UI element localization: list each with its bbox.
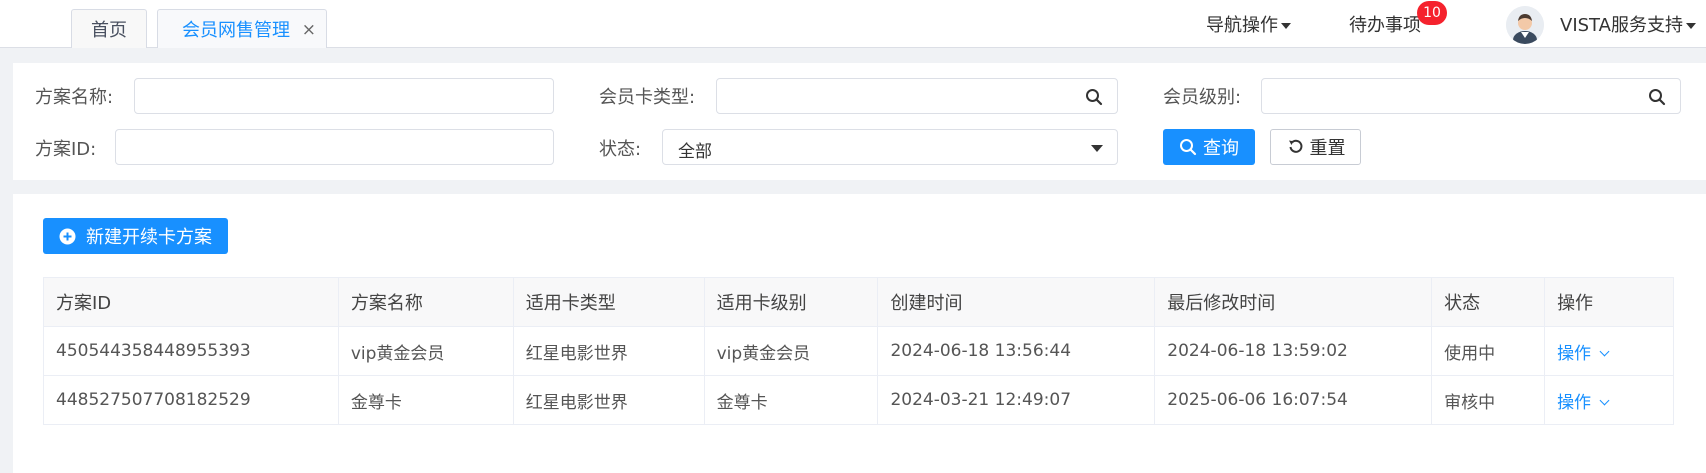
member-level-label: 会员级别: — [1163, 87, 1242, 108]
new-renewal-scheme-button[interactable]: 新建开续卡方案 — [43, 218, 228, 254]
top-bar: 首页 会员网售管理 × 导航操作 待办事项 10 VISTA服务支持 — [0, 0, 1706, 48]
cell-modified-time: 2025-06-06 16:07:54 — [1154, 375, 1433, 425]
search-icon — [1180, 139, 1197, 156]
column-header: 适用卡类型 — [512, 277, 705, 327]
cell-card-type: 红星电影世界 — [512, 375, 705, 425]
column-header: 最后修改时间 — [1154, 277, 1433, 327]
caret-down-icon — [1091, 145, 1103, 152]
cell-scheme-id: 450544358448955393 — [43, 326, 339, 376]
user-menu[interactable]: VISTA服务支持 — [1560, 11, 1696, 37]
search-icon[interactable] — [1648, 88, 1666, 106]
table-row: 448527507708182529 金尊卡 红星电影世界 金尊卡 2024-0… — [43, 375, 1674, 425]
column-header: 操作 — [1544, 277, 1674, 327]
plus-circle-icon — [59, 228, 76, 244]
status-select[interactable]: 全部 — [662, 129, 1118, 165]
nav-operations-label: 导航操作 — [1206, 15, 1278, 36]
user-avatar-icon — [1506, 6, 1544, 44]
status-label: 状态: — [599, 139, 642, 160]
tab-member-online-sales[interactable]: 会员网售管理 × — [157, 9, 327, 48]
tab-member-label: 会员网售管理 — [182, 20, 290, 41]
avatar[interactable] — [1506, 6, 1544, 44]
caret-down-icon — [1281, 23, 1291, 29]
scheme-name-input[interactable] — [134, 78, 554, 114]
todo-label: 待办事项 — [1349, 15, 1421, 36]
reset-button-label: 重置 — [1309, 138, 1346, 159]
cell-status: 审核中 — [1431, 375, 1546, 425]
cell-scheme-name: 金尊卡 — [337, 375, 514, 425]
column-header: 方案ID — [43, 277, 339, 327]
row-action-dropdown[interactable]: 操作 — [1544, 326, 1674, 376]
new-button-label: 新建开续卡方案 — [86, 227, 212, 248]
row-action-label: 操作 — [1557, 343, 1592, 364]
tab-home-label: 首页 — [91, 20, 127, 41]
todo-link[interactable]: 待办事项 — [1349, 11, 1421, 37]
row-action-dropdown[interactable]: 操作 — [1544, 375, 1674, 425]
refresh-icon — [1288, 139, 1302, 153]
column-header: 状态 — [1431, 277, 1546, 327]
caret-down-icon — [1685, 23, 1696, 29]
cell-scheme-id: 448527507708182529 — [43, 375, 339, 425]
nav-operations-dropdown[interactable]: 导航操作 — [1206, 11, 1291, 37]
scheme-id-input[interactable] — [115, 129, 554, 165]
scheme-name-label: 方案名称: — [35, 87, 114, 108]
chevron-down-icon — [1599, 346, 1610, 356]
query-button-label: 查询 — [1203, 138, 1239, 159]
scheme-id-label: 方案ID: — [35, 139, 97, 160]
cell-card-type: 红星电影世界 — [512, 326, 705, 376]
table-row: 450544358448955393 vip黄金会员 红星电影世界 vip黄金会… — [43, 326, 1674, 376]
cell-status: 使用中 — [1431, 326, 1546, 376]
tab-home[interactable]: 首页 — [71, 9, 147, 48]
member-level-input[interactable] — [1261, 78, 1681, 114]
query-button[interactable]: 查询 — [1163, 129, 1255, 165]
column-header: 适用卡级别 — [703, 277, 879, 327]
chevron-down-icon — [1599, 395, 1610, 405]
cell-card-level: vip黄金会员 — [703, 326, 879, 376]
column-header: 方案名称 — [337, 277, 514, 327]
search-icon[interactable] — [1085, 88, 1103, 106]
table-header-row: 方案ID 方案名称 适用卡类型 适用卡级别 创建时间 最后修改时间 状态 操作 — [43, 277, 1674, 327]
scheme-table: 方案ID 方案名称 适用卡类型 适用卡级别 创建时间 最后修改时间 状态 操作 … — [43, 277, 1674, 425]
close-icon[interactable]: × — [302, 20, 316, 40]
cell-modified-time: 2024-06-18 13:59:02 — [1154, 326, 1433, 376]
todo-count-badge: 10 — [1417, 1, 1447, 25]
cell-card-level: 金尊卡 — [703, 375, 879, 425]
card-type-input[interactable] — [716, 78, 1118, 114]
reset-button[interactable]: 重置 — [1270, 129, 1361, 165]
row-action-label: 操作 — [1557, 392, 1592, 413]
user-name-label: VISTA服务支持 — [1560, 15, 1683, 36]
cell-scheme-name: vip黄金会员 — [337, 326, 514, 376]
cell-created-time: 2024-06-18 13:56:44 — [877, 326, 1156, 376]
status-select-value: 全部 — [678, 142, 712, 162]
column-header: 创建时间 — [877, 277, 1156, 327]
cell-created-time: 2024-03-21 12:49:07 — [877, 375, 1156, 425]
card-type-label: 会员卡类型: — [599, 87, 696, 108]
